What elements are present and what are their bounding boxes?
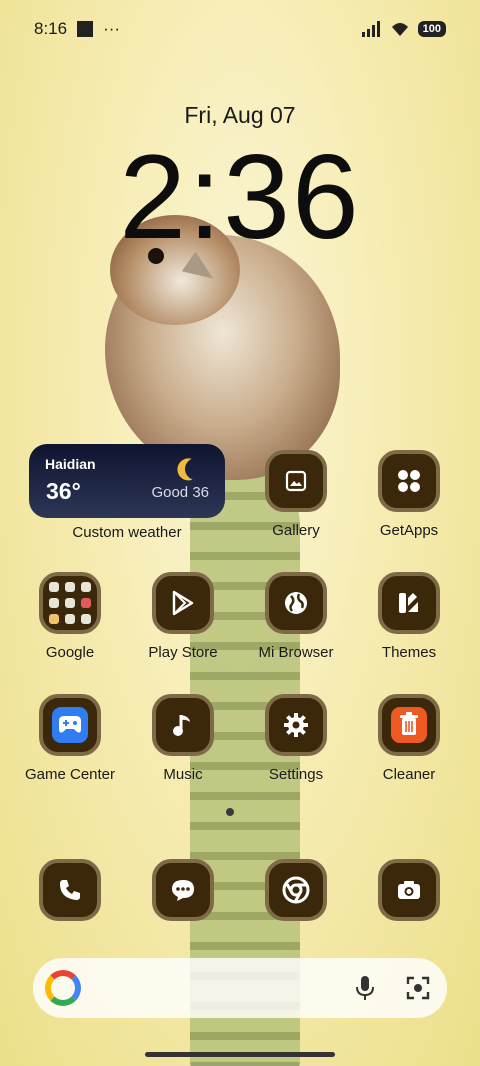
lockscreen-clock[interactable]: 2:36 xyxy=(0,128,480,266)
app-gallery[interactable]: Gallery xyxy=(240,450,352,539)
globe-icon xyxy=(265,572,327,634)
chrome-icon xyxy=(265,859,327,921)
mic-icon[interactable] xyxy=(355,974,375,1002)
phone-icon xyxy=(39,859,101,921)
weather-widget[interactable]: Haidian 36° Good 36 xyxy=(29,444,225,518)
getapps-icon xyxy=(378,450,440,512)
weather-air-quality: Good 36 xyxy=(151,484,209,501)
gesture-navigation-handle[interactable] xyxy=(145,1052,335,1057)
app-label: Cleaner xyxy=(382,766,436,783)
status-time: 8:16 xyxy=(34,19,68,38)
more-notifications-icon: ··· xyxy=(103,19,121,38)
app-label: Gallery xyxy=(272,522,320,539)
dock-messages[interactable] xyxy=(127,859,239,921)
music-note-icon xyxy=(152,694,214,756)
lockscreen-date: Fri, Aug 07 xyxy=(184,102,296,128)
trash-icon xyxy=(378,694,440,756)
app-label: GetApps xyxy=(379,522,439,539)
app-label: Game Center xyxy=(24,766,116,783)
app-cleaner[interactable]: Cleaner xyxy=(353,694,465,783)
app-mi-browser[interactable]: Mi Browser xyxy=(240,572,352,661)
app-themes[interactable]: Themes xyxy=(353,572,465,661)
google-search-bar[interactable] xyxy=(33,958,447,1018)
google-g-icon[interactable] xyxy=(45,970,81,1006)
weather-widget-label: Custom weather xyxy=(72,524,182,541)
app-music[interactable]: Music xyxy=(127,694,239,783)
play-store-icon xyxy=(152,572,214,634)
notification-icon xyxy=(77,21,94,37)
app-label: Play Store xyxy=(148,644,218,661)
app-play-store[interactable]: Play Store xyxy=(127,572,239,661)
page-indicator xyxy=(226,808,234,816)
dock-camera[interactable] xyxy=(353,859,465,921)
app-settings[interactable]: Settings xyxy=(240,694,352,783)
wifi-icon xyxy=(391,23,408,36)
battery-icon: 100 xyxy=(417,21,446,37)
dock-chrome[interactable] xyxy=(240,859,352,921)
themes-icon xyxy=(378,572,440,634)
app-google-folder[interactable]: Google xyxy=(14,572,126,661)
camera-icon xyxy=(378,859,440,921)
gear-icon xyxy=(265,694,327,756)
google-folder-icon xyxy=(39,572,101,634)
app-label: Music xyxy=(163,766,203,783)
signal-icon xyxy=(361,21,380,37)
dock-phone[interactable] xyxy=(14,859,126,921)
app-getapps[interactable]: GetApps xyxy=(353,450,465,539)
app-label: Themes xyxy=(381,644,437,661)
app-label: Settings xyxy=(268,766,324,783)
app-game-center[interactable]: Game Center xyxy=(14,694,126,783)
weather-temperature: 36° xyxy=(46,478,81,504)
game-center-icon xyxy=(39,694,101,756)
messages-icon xyxy=(152,859,214,921)
lens-icon[interactable] xyxy=(405,975,431,1001)
gallery-icon xyxy=(265,450,327,512)
app-label: Mi Browser xyxy=(258,644,334,661)
status-bar: 8:16 ··· 100 xyxy=(34,16,446,42)
app-label: Google xyxy=(45,644,95,661)
